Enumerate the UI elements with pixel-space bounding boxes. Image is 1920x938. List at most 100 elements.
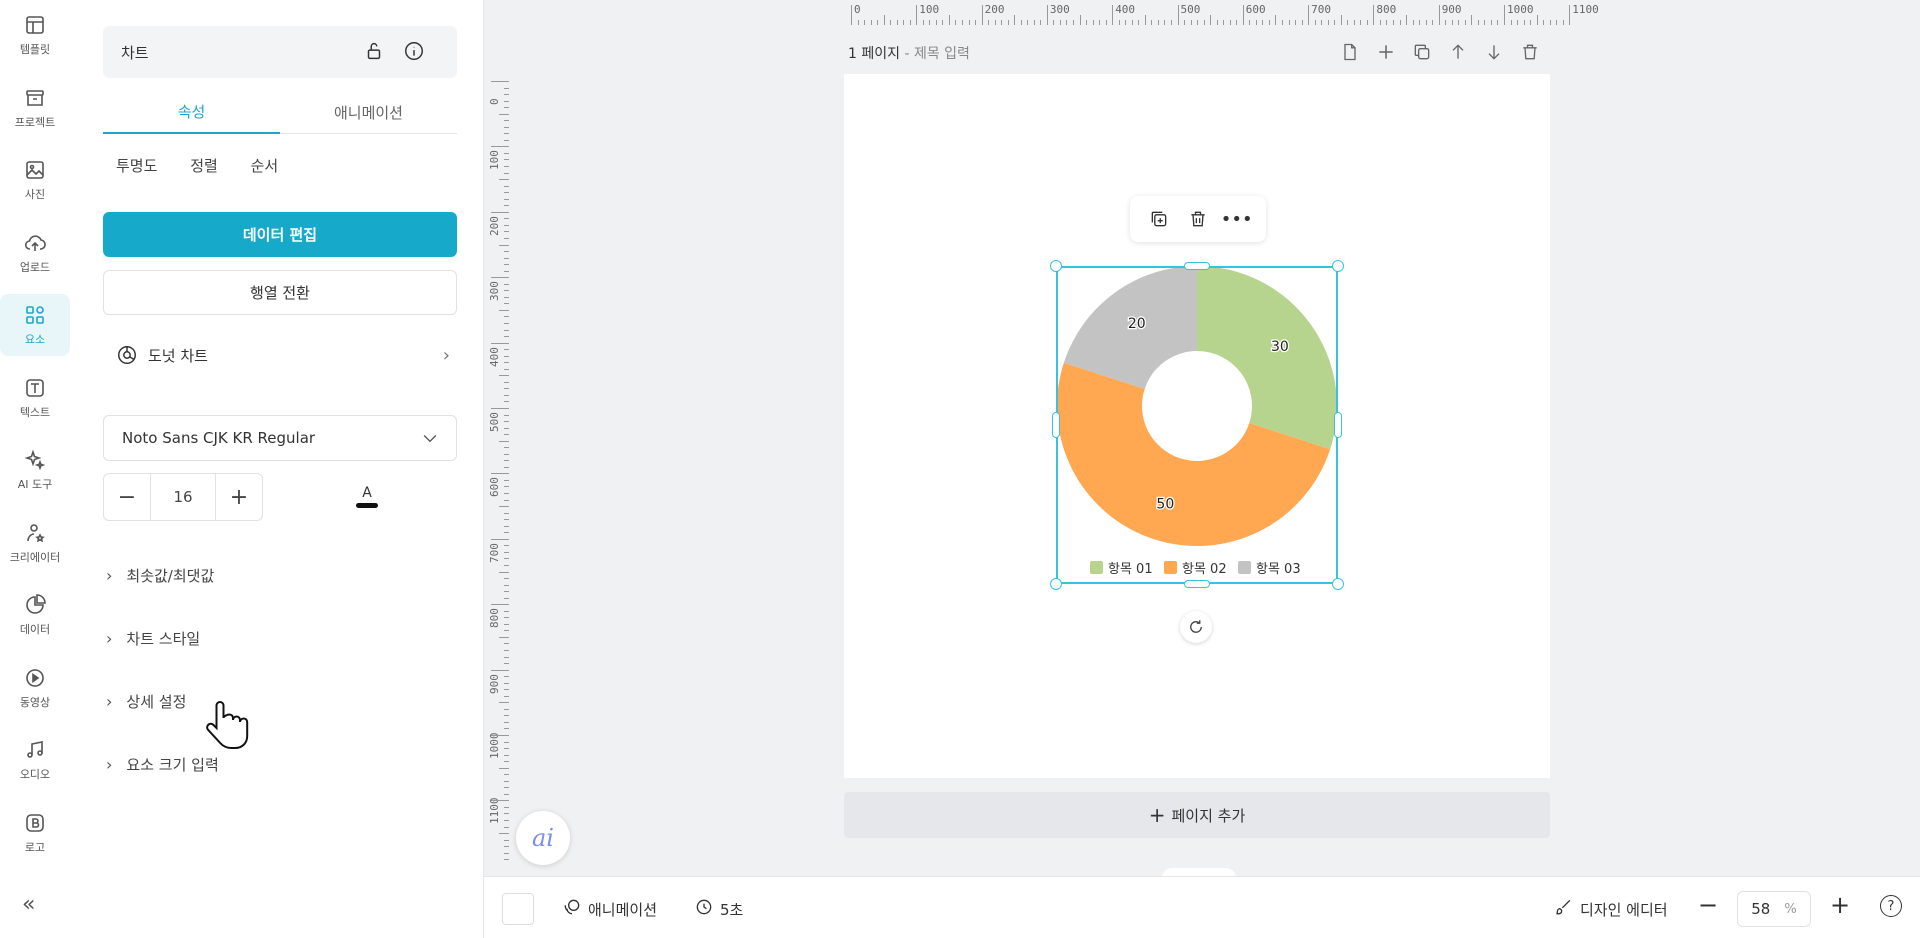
ruler-tick <box>851 5 852 25</box>
edit-data-button[interactable]: 데이터 편집 <box>103 212 457 257</box>
resize-handle-right[interactable] <box>1334 412 1342 438</box>
resize-handle-top[interactable] <box>1184 262 1210 270</box>
rail-item-9[interactable]: 동영상 <box>0 657 70 719</box>
ruler-tick <box>1451 20 1453 25</box>
ruler-tick <box>1151 20 1153 25</box>
rail-item-2[interactable]: 사진 <box>0 149 70 211</box>
move-down-icon[interactable] <box>1482 40 1506 64</box>
ruler-tick <box>1523 20 1525 25</box>
ruler-tick <box>504 394 509 396</box>
rail-item-5[interactable]: 텍스트 <box>0 367 70 429</box>
ruler-tick <box>504 381 509 383</box>
ai-assistant-button[interactable]: ai <box>516 811 570 865</box>
tab-animation[interactable]: 애니메이션 <box>280 90 457 134</box>
ruler-tick <box>1458 20 1460 25</box>
ruler-tick <box>504 610 509 612</box>
help-button[interactable]: ? <box>1880 895 1902 917</box>
section-detail-settings[interactable]: › 상세 설정 <box>106 686 186 716</box>
zoom-in-button[interactable]: + <box>1830 891 1850 919</box>
zoom-out-button[interactable]: − <box>1698 891 1718 919</box>
ruler-tick <box>504 453 509 455</box>
more-icon[interactable]: ••• <box>1221 205 1253 233</box>
move-up-icon[interactable] <box>1446 40 1470 64</box>
ruler-tick <box>504 460 509 462</box>
bottom-bar: 애니메이션 5초 디자인 에디터 − 58 % + ? <box>484 876 1920 938</box>
resize-handle-bottom-right[interactable] <box>1332 578 1344 590</box>
rail-item-1[interactable]: 프로젝트 <box>0 77 70 139</box>
section-element-size[interactable]: › 요소 크기 입력 <box>106 749 219 779</box>
resize-handle-bottom-left[interactable] <box>1050 578 1062 590</box>
rotate-handle-icon[interactable] <box>1180 611 1212 643</box>
ruler-tick <box>504 185 509 187</box>
new-page-icon[interactable] <box>1338 40 1362 64</box>
duplicate-page-icon[interactable] <box>1410 40 1434 64</box>
rail-item-0[interactable]: 템플릿 <box>0 4 70 66</box>
chart-type-selector[interactable]: 도넛 차트 › <box>116 338 450 372</box>
rail-item-11[interactable]: 로고 <box>0 802 70 864</box>
collapse-rail-icon[interactable]: « <box>22 892 35 917</box>
ruler-tick <box>504 94 509 96</box>
ruler-label: 0 <box>488 98 501 105</box>
duration-label: 5초 <box>720 900 744 919</box>
page-title-input[interactable]: 제목 입력 <box>914 46 970 62</box>
background-color-swatch[interactable] <box>502 893 534 925</box>
align-option[interactable]: 정렬 <box>190 157 218 175</box>
ruler-tick <box>504 290 509 292</box>
ruler-tick <box>1556 20 1558 25</box>
add-page-button[interactable]: + 페이지 추가 <box>844 792 1550 838</box>
order-option[interactable]: 순서 <box>251 157 279 175</box>
zoom-input[interactable]: 58 % <box>1737 891 1811 927</box>
page-title[interactable]: 1 페이지 - 제목 입력 <box>848 43 970 63</box>
ruler-label: 200 <box>488 215 501 236</box>
rail-item-label: 업로드 <box>19 260 51 274</box>
duplicate-icon[interactable] <box>1145 205 1173 233</box>
font-size-value[interactable]: 16 <box>150 474 216 520</box>
tab-properties[interactable]: 속성 <box>103 90 280 134</box>
delete-page-icon[interactable] <box>1518 40 1542 64</box>
opacity-option[interactable]: 투명도 <box>116 157 157 175</box>
font-family-select[interactable]: Noto Sans CJK KR Regular <box>103 415 457 461</box>
section-chart-style[interactable]: › 차트 스타일 <box>106 623 200 653</box>
ruler-tick <box>981 5 983 25</box>
add-icon[interactable] <box>1374 40 1398 64</box>
chevron-right-icon: › <box>106 565 113 585</box>
animation-button[interactable]: 애니메이션 <box>562 897 657 921</box>
increase-font-size-button[interactable]: + <box>216 474 262 520</box>
ruler-tick <box>504 120 509 122</box>
info-icon[interactable] <box>403 40 427 64</box>
rail-item-7[interactable]: 크리에이터 <box>0 512 70 574</box>
ruler-tick <box>1236 20 1238 25</box>
rail-item-8[interactable]: 데이터 <box>0 584 70 646</box>
unlock-icon[interactable] <box>363 40 387 64</box>
rail-item-3[interactable]: 업로드 <box>0 222 70 284</box>
ruler-tick <box>1281 20 1283 25</box>
decrease-font-size-button[interactable]: − <box>104 474 150 520</box>
ruler-tick <box>988 20 990 25</box>
rail-item-10[interactable]: 오디오 <box>0 729 70 791</box>
resize-handle-top-left[interactable] <box>1050 260 1062 272</box>
ruler-tick <box>504 329 509 331</box>
design-editor-button[interactable]: 디자인 에디터 <box>1554 897 1668 921</box>
ruler-tick <box>504 237 509 239</box>
ruler-tick <box>1562 20 1564 25</box>
trash-icon[interactable] <box>1184 205 1212 233</box>
ruler-tick <box>1125 20 1127 25</box>
rail-item-4[interactable]: 요소 <box>0 294 70 356</box>
duration-button[interactable]: 5초 <box>694 897 743 921</box>
resize-handle-top-right[interactable] <box>1332 260 1344 272</box>
ruler-tick <box>1164 20 1166 25</box>
ruler-label: 100 <box>488 150 501 171</box>
section-min-max[interactable]: › 최솟값/최댓값 <box>106 560 214 590</box>
rail-item-6[interactable]: AI 도구 <box>0 439 70 501</box>
transpose-button[interactable]: 행열 전환 <box>103 270 457 315</box>
text-color-button[interactable]: A <box>355 485 379 515</box>
ruler-tick <box>504 780 509 782</box>
ruler-tick <box>504 205 509 207</box>
ruler-tick <box>1073 20 1075 25</box>
ruler-tick <box>916 5 918 25</box>
ruler-tick <box>504 708 509 710</box>
chart-type-label: 도넛 차트 <box>148 346 208 365</box>
resize-handle-bottom[interactable] <box>1184 580 1210 588</box>
resize-handle-left[interactable] <box>1052 412 1060 438</box>
ruler-tick <box>491 735 509 736</box>
